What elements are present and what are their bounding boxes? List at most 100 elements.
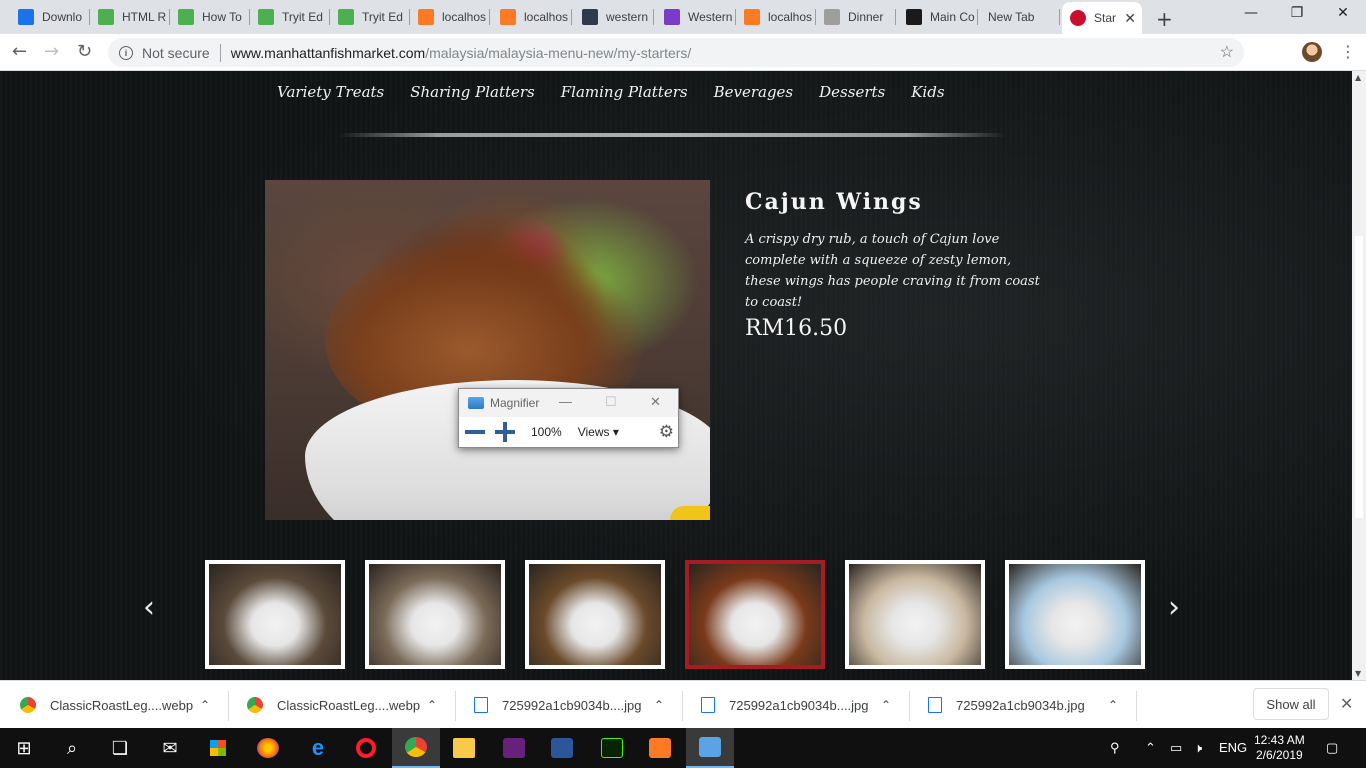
scroll-up-icon[interactable]: ▲ bbox=[1355, 73, 1361, 82]
site-icon bbox=[582, 9, 598, 25]
menu-item-variety-treats[interactable]: Variety Treats bbox=[277, 83, 384, 101]
menu-item-beverages[interactable]: Beverages bbox=[714, 83, 794, 101]
maximize-button[interactable]: ❐ bbox=[1274, 5, 1320, 21]
tab-label: western bbox=[606, 10, 649, 24]
search-icon[interactable]: ⌕ bbox=[48, 728, 96, 768]
next-arrow-icon[interactable]: › bbox=[1168, 590, 1180, 625]
xampp-icon bbox=[418, 9, 434, 25]
browser-tab[interactable]: Western bbox=[656, 5, 736, 29]
divider bbox=[219, 43, 221, 62]
info-icon[interactable]: i bbox=[119, 45, 133, 60]
browser-tab[interactable]: western bbox=[574, 5, 654, 29]
chevron-up-icon[interactable]: ⌃ bbox=[1108, 698, 1118, 712]
chevron-up-icon[interactable]: ⌃ bbox=[654, 698, 664, 712]
new-tab-button[interactable]: + bbox=[1156, 7, 1173, 31]
menu-icon[interactable]: ⋮ bbox=[1340, 42, 1356, 61]
store-icon[interactable] bbox=[194, 728, 242, 768]
chevron-up-icon[interactable]: ⌃ bbox=[427, 698, 437, 712]
opera-icon[interactable] bbox=[342, 728, 390, 768]
browser-tab[interactable]: New Tab bbox=[980, 5, 1060, 29]
page-scrollbar[interactable]: ▲ ▼ bbox=[1352, 71, 1366, 680]
close-tab-icon[interactable]: ✕ bbox=[1124, 10, 1136, 27]
browser-tab[interactable]: Downlo bbox=[10, 5, 90, 29]
notifications-icon[interactable]: ▢ bbox=[1326, 740, 1338, 756]
xampp-icon bbox=[500, 9, 516, 25]
zoom-out-icon[interactable] bbox=[465, 430, 485, 434]
word-icon[interactable] bbox=[538, 728, 586, 768]
minimize-button[interactable]: — bbox=[1228, 5, 1274, 21]
chrome-icon[interactable] bbox=[392, 728, 440, 768]
people-icon[interactable]: ⚲ bbox=[1110, 740, 1120, 756]
thumbnail-starter-1[interactable] bbox=[205, 560, 345, 669]
tab-separator bbox=[329, 9, 330, 25]
browser-tab-strip: New Tab Main Co Dinner localhos Western weste… bbox=[0, 0, 1366, 34]
language-indicator[interactable]: ENG bbox=[1219, 740, 1247, 755]
magnifier-titlebar[interactable]: Magnifier — ☐ ✕ bbox=[459, 389, 678, 417]
download-separator bbox=[228, 691, 229, 721]
forward-button[interactable]: → bbox=[44, 41, 59, 62]
browser-tab[interactable]: Main Co bbox=[898, 5, 978, 29]
visual-studio-icon[interactable] bbox=[490, 728, 538, 768]
browser-tab[interactable]: How To bbox=[170, 5, 250, 29]
tab-active[interactable]: Star ✕ bbox=[1062, 2, 1142, 34]
profile-avatar[interactable] bbox=[1302, 42, 1322, 62]
item-title: Cajun Wings bbox=[745, 189, 923, 215]
magnifier-close-button[interactable]: ✕ bbox=[650, 394, 661, 410]
close-window-button[interactable]: ✕ bbox=[1320, 5, 1366, 21]
browser-tab[interactable]: localhos bbox=[736, 5, 816, 29]
browser-tab[interactable]: localhos bbox=[410, 5, 490, 29]
download-item[interactable]: 725992a1cb9034b....jpg ⌃ bbox=[474, 689, 684, 721]
browser-tab[interactable]: HTML R bbox=[90, 5, 170, 29]
download-item[interactable]: ClassicRoastLeg....webp ⌃ bbox=[247, 689, 457, 721]
previous-arrow-icon[interactable]: ‹ bbox=[143, 590, 155, 625]
windows-taskbar: ⊞ ⌕ ❏ ✉ e ⚲ ⌃ ▭ 🕨 ENG 12:43 AM 2/6/2019 … bbox=[0, 728, 1366, 768]
mail-icon[interactable]: ✉ bbox=[146, 728, 194, 768]
thumbnail-starter-6[interactable] bbox=[1005, 560, 1145, 669]
browser-tab[interactable]: Tryit Ed bbox=[330, 5, 410, 29]
scroll-down-icon[interactable]: ▼ bbox=[1355, 669, 1361, 678]
clock[interactable]: 12:43 AM 2/6/2019 bbox=[1254, 733, 1305, 763]
back-button[interactable]: ← bbox=[12, 41, 27, 62]
browser-tab[interactable]: localhos bbox=[492, 5, 572, 29]
thumbnail-starter-3[interactable] bbox=[525, 560, 665, 669]
bookmark-star-icon[interactable]: ☆ bbox=[1220, 42, 1234, 62]
download-item[interactable]: 725992a1cb9034b....jpg ⌃ bbox=[701, 689, 911, 721]
browser-toolbar: ← → ↻ i Not secure www.manhattanfishmark… bbox=[0, 34, 1366, 71]
tab-label: Downlo bbox=[42, 10, 83, 24]
file-explorer-icon[interactable] bbox=[440, 728, 488, 768]
address-bar[interactable]: i Not secure www.manhattanfishmarket.com… bbox=[108, 38, 1244, 67]
chevron-up-icon[interactable]: ⌃ bbox=[1145, 740, 1156, 756]
menu-item-flaming-platters[interactable]: Flaming Platters bbox=[561, 83, 688, 101]
zoom-in-icon[interactable] bbox=[495, 422, 515, 442]
thumbnail-starter-4[interactable] bbox=[685, 560, 825, 669]
menu-item-sharing-platters[interactable]: Sharing Platters bbox=[410, 83, 535, 101]
close-downloads-icon[interactable]: ✕ bbox=[1340, 694, 1353, 714]
xampp-icon[interactable] bbox=[636, 728, 684, 768]
thumbnail-starter-2[interactable] bbox=[365, 560, 505, 669]
firefox-icon[interactable] bbox=[244, 728, 292, 768]
menu-item-kids[interactable]: Kids bbox=[911, 83, 944, 101]
magnifier-maximize-button[interactable]: ☐ bbox=[605, 394, 617, 410]
magnifier-minimize-button[interactable]: — bbox=[559, 394, 572, 409]
edge-icon[interactable]: e bbox=[294, 728, 342, 768]
browser-tab[interactable]: Dinner bbox=[816, 5, 896, 29]
thumbnail-starter-5[interactable] bbox=[845, 560, 985, 669]
show-all-button[interactable]: Show all bbox=[1253, 688, 1329, 720]
chevron-up-icon[interactable]: ⌃ bbox=[200, 698, 210, 712]
gear-icon[interactable]: ⚙ bbox=[659, 422, 674, 442]
battery-icon[interactable]: ▭ bbox=[1170, 740, 1182, 756]
download-item[interactable]: ClassicRoastLeg....webp ⌃ bbox=[20, 689, 230, 721]
download-item[interactable]: 725992a1cb9034b.jpg ⌃ bbox=[928, 689, 1138, 721]
reload-button[interactable]: ↻ bbox=[77, 41, 92, 62]
task-view-icon[interactable]: ❏ bbox=[96, 728, 144, 768]
chevron-up-icon[interactable]: ⌃ bbox=[881, 698, 891, 712]
browser-tab[interactable]: Tryit Ed bbox=[250, 5, 330, 29]
magnifier-taskbar-icon[interactable] bbox=[686, 728, 734, 768]
views-dropdown[interactable]: Views ▾ bbox=[578, 425, 619, 439]
volume-icon[interactable]: 🕨 bbox=[1194, 740, 1202, 756]
scroll-thumb[interactable] bbox=[1355, 236, 1363, 518]
start-button[interactable]: ⊞ bbox=[0, 728, 48, 768]
tab-label: localhos bbox=[768, 10, 813, 24]
menu-item-desserts[interactable]: Desserts bbox=[819, 83, 885, 101]
dreamweaver-icon[interactable] bbox=[588, 728, 636, 768]
